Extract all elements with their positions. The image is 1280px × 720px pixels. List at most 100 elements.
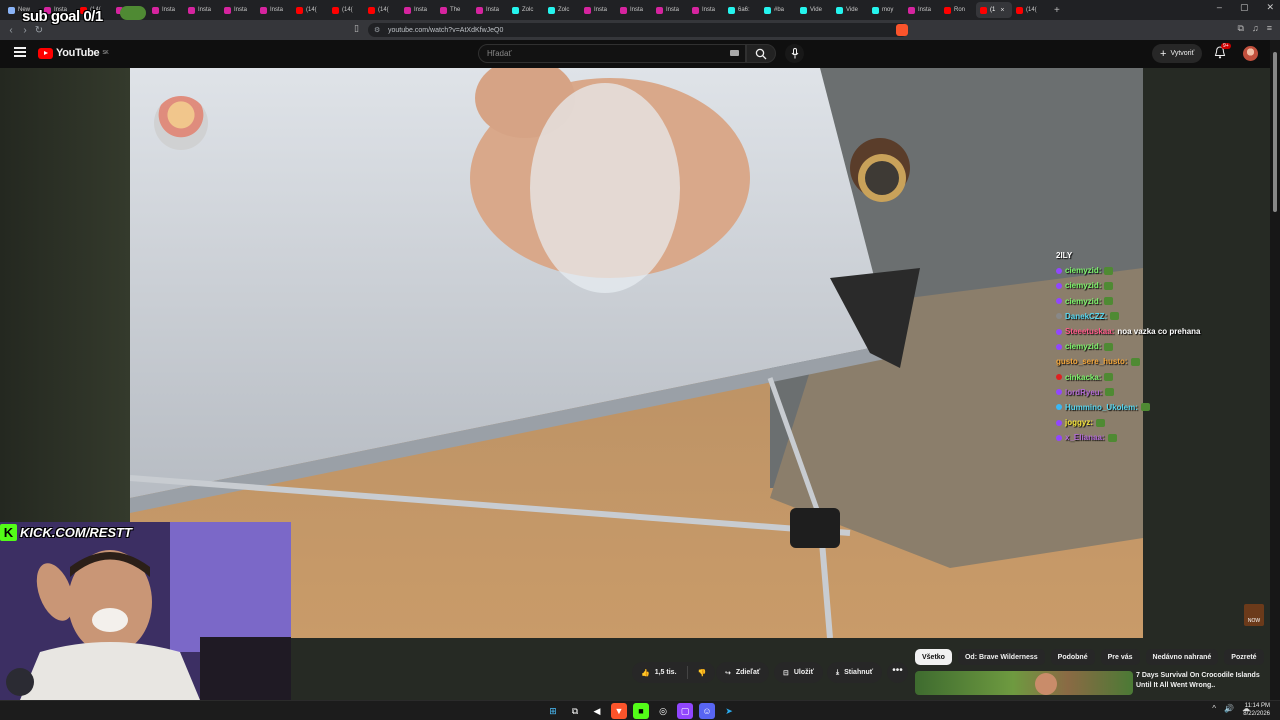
chat-username: gusto_sere_husto: — [1056, 357, 1128, 367]
browser-tab[interactable]: Zolc — [544, 2, 580, 18]
media-icon[interactable]: ♫ — [1252, 23, 1259, 34]
microphone-icon — [791, 48, 798, 59]
channel-watermark[interactable] — [154, 96, 208, 150]
browser-tab[interactable]: Insta — [688, 2, 724, 18]
filter-chip[interactable]: Od: Brave Wilderness — [957, 649, 1045, 665]
chat-text: noa vazka co prehana — [1117, 327, 1201, 337]
taskbar-clock[interactable]: 11:14 PM 8/22/2026 — [1243, 702, 1270, 718]
voice-search-button[interactable] — [785, 44, 804, 63]
extensions-icon[interactable]: ⧉ — [1238, 23, 1244, 34]
chat-message: cinkacka: — [1056, 370, 1256, 385]
browser-tab[interactable]: Insta — [472, 2, 508, 18]
chat-emote-icon — [1104, 373, 1114, 382]
telegram-icon[interactable]: ➤ — [721, 703, 737, 719]
plus-icon: + — [1160, 47, 1167, 60]
tab-favicon-icon — [548, 6, 555, 14]
menu-icon[interactable]: ≡ — [1267, 23, 1272, 34]
browser-tab[interactable]: Insta — [220, 2, 256, 18]
address-bar[interactable]: ⚙ youtube.com/watch?v=AtXdKfwJeQ0 — [368, 23, 908, 37]
recommendation-title[interactable]: 7 Days Survival On Crocodile Islands Unt… — [1136, 671, 1266, 691]
more-actions-button[interactable]: ••• — [887, 662, 908, 683]
browser-tab[interactable]: Insta — [400, 2, 436, 18]
maximize-button[interactable]: ▢ — [1240, 2, 1249, 13]
download-button[interactable]: ⤓ Stiahnuť — [827, 662, 883, 683]
brave-browser-icon[interactable]: ▼ — [611, 703, 627, 719]
browser-tab[interactable]: (1 × — [976, 2, 1012, 18]
stream-chat: 2ILY ciemyzid: ciemyzid: ciemyzid: DanekCZZ… — [1056, 248, 1256, 445]
close-tab-icon[interactable]: × — [1000, 7, 1004, 14]
recommendation-filter-chips: Všetko Od: Brave Wilderness Podobné Pre vás… — [915, 649, 1264, 665]
close-window-button[interactable]: ✕ — [1266, 2, 1274, 13]
browser-tab[interactable]: Vide — [796, 2, 832, 18]
tab-favicon-icon — [1016, 6, 1023, 14]
new-tab-button[interactable]: + — [1054, 5, 1060, 16]
filter-chip[interactable]: Pre vás — [1100, 649, 1140, 665]
browser-tab[interactable]: Insta — [616, 2, 652, 18]
twitch-icon[interactable]: ▢ — [677, 703, 693, 719]
browser-tab[interactable]: (14( — [1012, 2, 1048, 18]
browser-tab[interactable]: Insta — [256, 2, 292, 18]
share-button[interactable]: ↪ Zdieľať — [716, 662, 770, 683]
like-button[interactable]: 👍 — [641, 669, 650, 677]
windows-start-icon[interactable]: ⊞ — [545, 703, 561, 719]
filter-chip[interactable]: Nedávno nahrané — [1145, 649, 1219, 665]
webcam-scene — [0, 522, 291, 700]
discord-icon[interactable]: ☺ — [699, 703, 715, 719]
browser-tab[interactable]: Insta — [904, 2, 940, 18]
media-app-icon[interactable]: ◀ — [589, 703, 605, 719]
tab-label: Insta — [630, 7, 644, 13]
browser-tab[interactable]: Insta — [580, 2, 616, 18]
browser-tab[interactable]: Insta — [652, 2, 688, 18]
minimize-button[interactable]: – — [1217, 2, 1222, 13]
guide-menu-icon[interactable] — [14, 47, 26, 57]
browser-tab[interactable]: moy — [868, 2, 904, 18]
browser-tab[interactable]: (14( — [364, 2, 400, 18]
keyboard-icon[interactable] — [730, 50, 739, 56]
notifications-button[interactable]: 9+ — [1214, 43, 1231, 64]
tray-overflow-icon[interactable]: ^ — [1212, 704, 1216, 713]
dislike-button[interactable]: 👎 — [698, 669, 707, 677]
filter-chip[interactable]: Všetko — [915, 649, 952, 665]
search-input[interactable]: Hľadať — [478, 44, 746, 63]
browser-tab[interactable]: 6a6: — [724, 2, 760, 18]
reload-icon[interactable]: ↻ — [32, 25, 46, 36]
search-button[interactable] — [746, 44, 776, 63]
browser-tab[interactable]: Vide — [832, 2, 868, 18]
chat-emote-icon — [1130, 357, 1140, 366]
site-info-icon[interactable]: ⚙ — [374, 26, 380, 34]
chat-badge-icon — [1056, 404, 1062, 411]
browser-tab[interactable]: Insta — [148, 2, 184, 18]
tab-favicon-icon — [656, 6, 663, 14]
volume-icon[interactable]: 🔊 — [1224, 704, 1234, 713]
page-scrollbar[interactable] — [1270, 40, 1280, 700]
notification-count: 9+ — [1221, 43, 1231, 49]
browser-tab[interactable]: (14( — [328, 2, 364, 18]
brave-shields-icon[interactable] — [896, 24, 908, 36]
create-button[interactable]: + Vytvoriť — [1152, 44, 1203, 63]
browser-tab[interactable]: Insta — [184, 2, 220, 18]
bookmark-icon[interactable]: ▯ — [354, 23, 359, 34]
browser-tab[interactable]: Zolc — [508, 2, 544, 18]
obs-icon[interactable]: ◎ — [655, 703, 671, 719]
back-icon[interactable]: ‹ — [4, 25, 18, 36]
tab-label: Ron — [954, 7, 966, 13]
browser-tab[interactable]: The — [436, 2, 472, 18]
tab-favicon-icon — [728, 6, 735, 14]
browser-tab[interactable]: #ba — [760, 2, 796, 18]
youtube-logo[interactable]: YouTube SK — [38, 47, 109, 59]
task-view-icon[interactable]: ⧉ — [567, 703, 583, 719]
browser-tab[interactable]: Ron — [940, 2, 976, 18]
filter-chip[interactable]: Podobné — [1050, 649, 1095, 665]
tab-favicon-icon — [188, 6, 195, 14]
save-button[interactable]: ⊟ Uložiť — [774, 662, 823, 683]
forward-icon[interactable]: › — [18, 25, 32, 36]
filter-chip[interactable]: Pozreté — [1224, 649, 1264, 665]
account-avatar[interactable] — [1243, 46, 1258, 61]
tab-label: (1 — [990, 7, 996, 13]
scrollbar-thumb[interactable] — [1273, 52, 1277, 212]
kick-app-icon[interactable]: ■ — [633, 703, 649, 719]
recommendation-thumbnail[interactable] — [915, 671, 1133, 695]
tab-favicon-icon — [908, 6, 915, 14]
tab-favicon-icon — [944, 6, 951, 14]
browser-tab[interactable]: (14( — [292, 2, 328, 18]
